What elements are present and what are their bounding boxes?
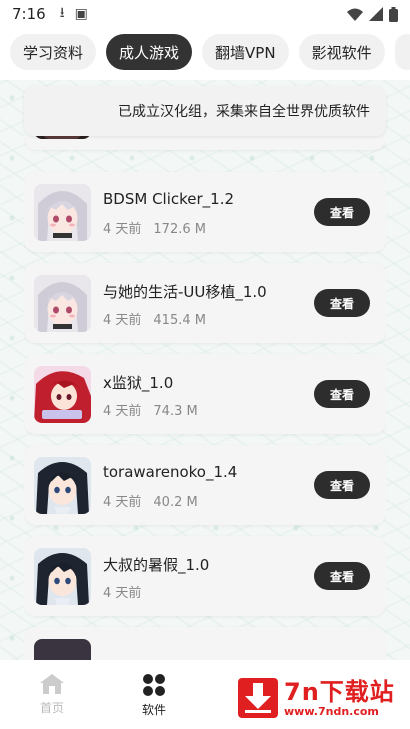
list-item[interactable]: BDSM Clicker_1.2 4 天前 172.6 M 查看 <box>24 172 386 252</box>
list-item-partial-top[interactable] <box>24 136 386 150</box>
silver-hair-girl-thumbnail <box>34 275 91 332</box>
app-meta: 4 天前 415.4 M <box>103 309 206 328</box>
app-name: torawarenoko_1.4 <box>103 463 238 481</box>
app-notification-icon: ▣ <box>74 6 88 22</box>
app-age: 4 天前 <box>103 404 142 419</box>
app-size: 74.3 M <box>153 404 198 419</box>
notice-text: 已成立汉化组，采集来自全世界优质软件 <box>118 104 370 120</box>
status-time: 7:16 <box>12 5 46 23</box>
site-watermark: 7n下载站 www.7ndn.com <box>238 672 404 724</box>
app-age: 4 天前 <box>103 495 142 510</box>
app-name: x监狱_1.0 <box>103 374 174 392</box>
battery-icon <box>389 6 398 22</box>
app-size: 172.6 M <box>153 222 206 237</box>
tab-video-software[interactable]: 影视软件 <box>298 34 385 70</box>
app-name: 与她的生活-UU移植_1.0 <box>103 283 267 301</box>
app-thumbnail <box>34 639 91 660</box>
watermark-url: www.7ndn.com <box>284 704 379 718</box>
app-meta: 4 天前 172.6 M <box>103 218 206 237</box>
app-size: 415.4 M <box>153 313 206 328</box>
download-arrow-icon <box>238 678 278 718</box>
tab-adult-games[interactable]: 成人游戏 <box>106 34 193 70</box>
home-icon <box>40 674 64 694</box>
list-item[interactable]: torawarenoko_1.4 4 天前 40.2 M 查看 <box>24 445 386 525</box>
category-tabs: 学习资料 成人游戏 翻墙VPN 影视软件 <box>0 32 410 72</box>
nav-home-label: 首页 <box>39 701 64 715</box>
view-button[interactable]: 查看 <box>314 471 370 499</box>
app-meta: 4 天前 40.2 M <box>103 491 198 510</box>
app-age: 4 天前 <box>103 313 142 328</box>
app-name: 大叔的暑假_1.0 <box>103 556 210 574</box>
watermark-title: 7n下载站 <box>284 677 395 706</box>
app-name: BDSM Clicker_1.2 <box>103 190 235 208</box>
tab-study-materials[interactable]: 学习资料 <box>10 34 97 70</box>
apps-grid-icon <box>143 674 165 696</box>
dark-hair-girl-thumbnail <box>34 548 91 605</box>
view-button[interactable]: 查看 <box>314 380 370 408</box>
list-item[interactable]: 与她的生活-UU移植_1.0 4 天前 415.4 M 查看 <box>24 263 386 343</box>
notice-banner: 已成立汉化组，采集来自全世界优质软件 <box>24 86 386 136</box>
nav-home[interactable]: 首页 <box>22 674 82 716</box>
status-bar: 7:16 ⭳ ▣ <box>0 0 410 28</box>
app-size: 40.2 M <box>153 495 198 510</box>
view-button[interactable]: 查看 <box>314 198 370 226</box>
app-list: BDSM Clicker_1.2 4 天前 172.6 M 查看 与她的生活-UU… <box>24 136 386 660</box>
signal-icon <box>369 7 383 21</box>
app-age: 4 天前 <box>103 222 142 237</box>
wifi-icon <box>347 8 363 21</box>
dark-hair-girl-thumbnail <box>34 136 91 139</box>
app-meta: 4 天前 74.3 M <box>103 400 198 419</box>
view-button[interactable]: 查看 <box>314 289 370 317</box>
view-button[interactable]: 查看 <box>314 562 370 590</box>
tab-vpn[interactable]: 翻墙VPN <box>202 34 289 70</box>
app-age: 4 天前 <box>103 586 142 601</box>
nav-software[interactable]: 软件 <box>124 674 184 718</box>
list-item[interactable]: x监狱_1.0 4 天前 74.3 M 查看 <box>24 354 386 434</box>
dark-hair-girl-thumbnail <box>34 457 91 514</box>
list-item[interactable]: 大叔的暑假_1.0 4 天前 查看 <box>24 536 386 616</box>
red-hair-girl-thumbnail <box>34 366 91 423</box>
download-icon: ⭳ <box>59 5 65 21</box>
silver-hair-girl-thumbnail <box>34 184 91 241</box>
nav-software-label: 软件 <box>141 703 166 717</box>
app-meta: 4 天前 <box>103 582 153 601</box>
list-item-partial-bottom[interactable] <box>24 627 386 660</box>
tab-more[interactable] <box>394 34 410 70</box>
